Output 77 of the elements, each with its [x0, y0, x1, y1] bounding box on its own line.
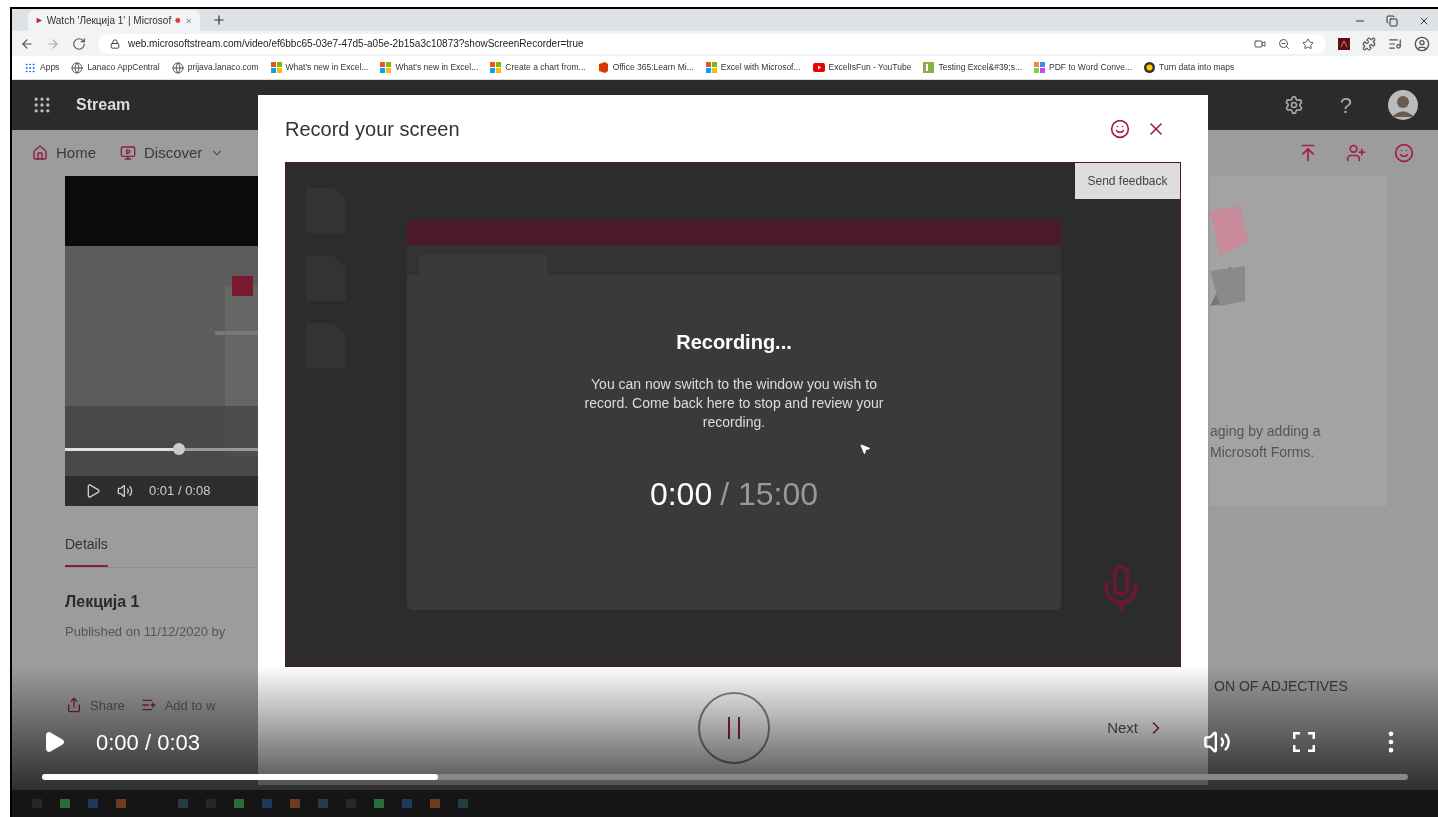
address-bar[interactable]: web.microsoftstream.com/video/ef6bbc65-03e7-47d5-a05e-2b15a3c10873?showScreenRecorder=true [98, 33, 1326, 54]
feedback-smile-icon[interactable] [1394, 143, 1414, 163]
player-time: 0:00 / 0:03 [96, 728, 200, 757]
bookmark[interactable]: Turn data into maps [1144, 61, 1235, 74]
browser-tab[interactable]: Watch 'Лекција 1' | Microsof [28, 10, 200, 31]
pause-button[interactable] [698, 692, 770, 764]
nav-link[interactable]: Home [32, 141, 96, 165]
app-launcher-icon[interactable] [32, 95, 52, 115]
bookmark[interactable]: Testing Excel&#39;s... [923, 61, 1023, 74]
sheet-icon [923, 62, 935, 73]
bookmark[interactable]: Create a chart from... [490, 61, 586, 74]
section-heading: ON OF ADJECTIVES [1213, 677, 1349, 696]
home-icon [32, 145, 48, 161]
bookmark[interactable]: What's new in Excel... [270, 61, 369, 74]
bookmark[interactable]: Excel with Microsof... [705, 61, 801, 74]
recording-message: You can now switch to the window you wish to record. Come back here to stop and review your recording. [583, 375, 885, 432]
reload-icon[interactable] [72, 36, 86, 51]
extensions-icon[interactable] [1362, 36, 1376, 51]
bookmark[interactable]: Apps [24, 61, 60, 74]
bookmark[interactable]: PDF to Word Conve... [1034, 61, 1133, 74]
cursor-icon [859, 443, 871, 455]
tiles-icon [380, 62, 392, 73]
elapsed-time: 0:00 [649, 475, 713, 514]
volume-icon[interactable] [117, 483, 133, 499]
close-window-icon[interactable] [1418, 15, 1430, 27]
bookmark[interactable]: ExcelIsFun - YouTube [812, 61, 912, 74]
recording-status: Recording... [676, 330, 792, 355]
share-icon [66, 697, 82, 714]
restore-icon[interactable] [1386, 15, 1398, 27]
next-button[interactable]: Next [1107, 716, 1166, 740]
globe-icon [171, 61, 184, 74]
play-logo-icon [36, 15, 43, 26]
pdf-icon[interactable] [1338, 37, 1350, 50]
new-tab-icon[interactable] [212, 13, 226, 27]
card-text: Microsoft Forms. [1210, 443, 1316, 462]
details-tab[interactable]: Details [65, 534, 108, 567]
bookmark[interactable]: Office 365:Learn Mi... [597, 61, 694, 74]
media-icon[interactable] [1388, 36, 1402, 51]
tab-title: Watch 'Лекција 1' | Microsof [46, 14, 172, 28]
tiles-icon [705, 62, 717, 73]
add-person-icon[interactable] [1346, 143, 1366, 163]
tiles-icon [270, 62, 282, 73]
time-limit: / 15:00 [720, 475, 819, 514]
bookmark[interactable]: Lanaco AppCentral [71, 61, 160, 74]
nav-link[interactable]: Discover [120, 141, 225, 165]
upload-icon[interactable] [1298, 143, 1318, 163]
lock-icon [110, 38, 120, 49]
published-line: Published on 11/12/2020 by [65, 623, 227, 641]
app-name: Stream [76, 95, 131, 115]
tiles-icon [490, 62, 502, 73]
dialog-title: Record your screen [285, 116, 460, 142]
pause-icon [727, 717, 741, 739]
bookmark-star-icon[interactable] [1302, 37, 1314, 50]
camera-icon[interactable] [1254, 37, 1266, 50]
screen-icon [120, 145, 136, 161]
back-icon[interactable] [20, 36, 34, 51]
office-icon [597, 62, 609, 73]
help-button[interactable]: ? [1339, 88, 1352, 122]
tooltip: Send feedback [1075, 163, 1180, 199]
fullscreen-icon[interactable] [1293, 732, 1315, 752]
card-text: aging by adding a [1210, 422, 1322, 441]
feedback-icon[interactable] [1110, 118, 1130, 139]
bookmark[interactable]: prijava.lanaco.com [171, 61, 259, 74]
video-time: 0:01 / 0:08 [149, 482, 211, 501]
recording-dot-icon [175, 16, 181, 25]
play-icon [812, 63, 825, 72]
play-icon[interactable] [85, 483, 101, 499]
progress-track[interactable] [42, 774, 1408, 780]
video-title: Лекција 1 [65, 592, 141, 612]
zoom-icon[interactable] [1278, 37, 1290, 50]
seek-track[interactable] [65, 448, 258, 451]
profile-icon[interactable] [1414, 35, 1430, 52]
settings-icon[interactable] [1283, 95, 1304, 115]
bookmark[interactable]: What's new in Excel... [380, 61, 479, 74]
globe-icon [71, 61, 84, 74]
apps-grid-icon [24, 61, 36, 74]
avatar-icon[interactable] [1388, 90, 1418, 120]
